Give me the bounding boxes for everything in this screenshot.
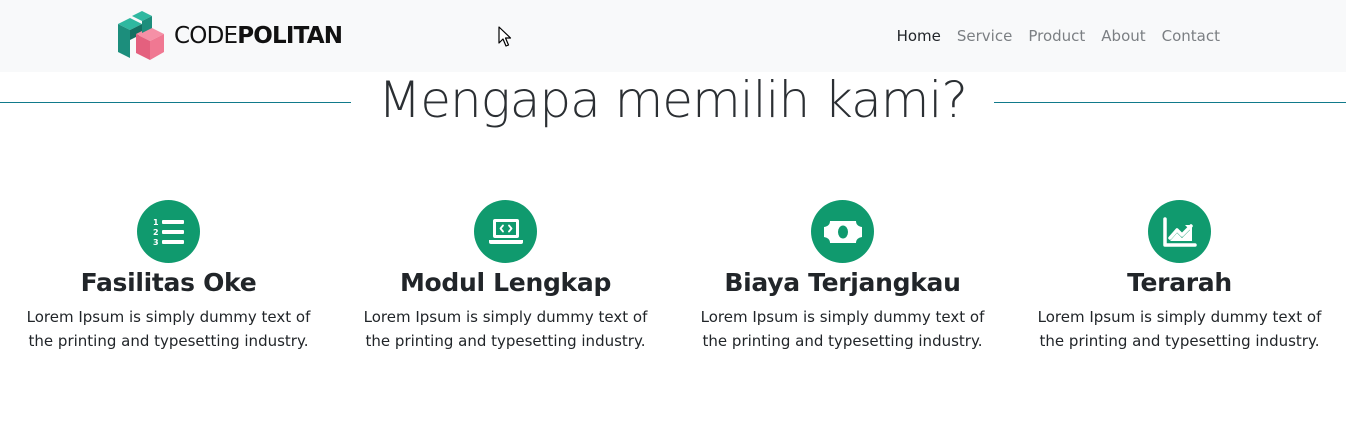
money-bill-icon — [823, 220, 862, 243]
svg-text:3: 3 — [153, 238, 159, 247]
list-ol-icon: 1 2 3 — [153, 218, 184, 247]
feature-icon-circle — [474, 200, 537, 263]
feature-icon-circle — [1148, 200, 1211, 263]
navbar: CODEPOLITAN Home Service Product About C… — [0, 0, 1346, 72]
feature-card: Biaya Terjangkau Lorem Ipsum is simply d… — [674, 200, 1011, 353]
feature-text: Lorem Ipsum is simply dummy text of the … — [700, 308, 985, 350]
feature-title: Fasilitas Oke — [80, 268, 257, 297]
feature-title: Terarah — [1127, 268, 1232, 297]
feature-title: Biaya Terjangkau — [724, 268, 961, 297]
codepolitan-logo-icon — [118, 11, 164, 60]
nav-service[interactable]: Service — [957, 27, 1012, 45]
feature-card: 1 2 3 Fasilitas Oke Lorem Ipsum is simpl… — [0, 200, 337, 353]
brand[interactable]: CODEPOLITAN — [116, 10, 343, 62]
feature-text: Lorem Ipsum is simply dummy text of the … — [26, 308, 311, 350]
main-nav: Home Service Product About Contact — [881, 0, 1220, 72]
feature-card: Terarah Lorem Ipsum is simply dummy text… — [1011, 200, 1346, 353]
section-header: Mengapa memilih kami? — [0, 68, 1346, 134]
title-divider-right — [994, 102, 1346, 103]
feature-card: Modul Lengkap Lorem Ipsum is simply dumm… — [337, 200, 674, 353]
nav-product[interactable]: Product — [1028, 27, 1085, 45]
section-title: Mengapa memilih kami? — [378, 71, 968, 129]
svg-text:2: 2 — [153, 228, 159, 237]
nav-contact[interactable]: Contact — [1162, 27, 1220, 45]
feature-text: Lorem Ipsum is simply dummy text of the … — [363, 308, 648, 350]
laptop-code-icon — [488, 218, 523, 244]
feature-icon-circle: 1 2 3 — [137, 200, 200, 263]
nav-about[interactable]: About — [1101, 27, 1145, 45]
feature-text: Lorem Ipsum is simply dummy text of the … — [1037, 308, 1322, 350]
chart-area-icon — [1162, 216, 1197, 247]
mouse-pointer-icon — [498, 26, 512, 47]
title-divider-left — [0, 102, 351, 103]
feature-icon-circle — [811, 200, 874, 263]
svg-text:1: 1 — [153, 218, 159, 227]
feature-title: Modul Lengkap — [399, 268, 612, 297]
brand-name: CODEPOLITAN — [174, 23, 343, 49]
nav-home[interactable]: Home — [897, 27, 941, 45]
